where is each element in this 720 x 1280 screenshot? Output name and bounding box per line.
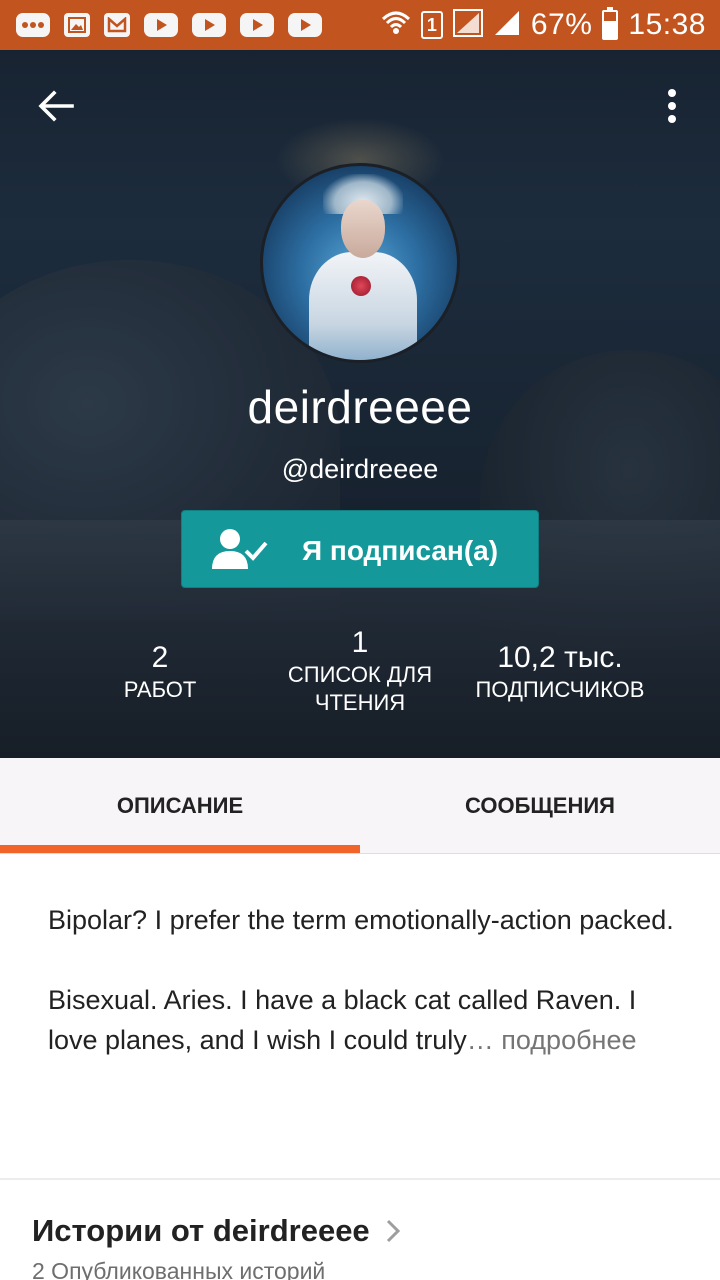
user-check-icon — [212, 529, 268, 569]
profile-description: Bipolar? I prefer the term emotionally-a… — [48, 900, 678, 1100]
description-paragraph: Bisexual. Aries. I have a black cat call… — [48, 980, 678, 1060]
sim-indicator: 1 — [420, 11, 443, 39]
following-button[interactable]: Я подписан(а) — [181, 510, 539, 588]
description-paragraph: Bipolar? I prefer the term emotionally-a… — [48, 905, 674, 935]
status-bar: 1 67% 15:38 — [0, 0, 720, 50]
battery-fill — [604, 20, 617, 38]
battery-icon — [602, 7, 619, 40]
stories-section-header[interactable]: Истории от deirdreeee — [32, 1213, 400, 1249]
stat-followers[interactable]: 10,2 тыс. ПОДПИСЧИКОВ — [450, 640, 670, 704]
battery-percent: 67% — [530, 8, 593, 41]
avatar[interactable] — [260, 163, 460, 363]
active-tab-indicator — [0, 845, 360, 853]
wifi-icon — [381, 9, 411, 42]
youtube-icon — [240, 13, 274, 37]
tab-label: ОПИСАНИЕ — [116, 793, 244, 818]
stat-label: РАБОТ — [123, 677, 197, 702]
youtube-icon — [288, 13, 322, 37]
more-vertical-icon — [668, 89, 676, 123]
stat-value: 1 — [351, 626, 369, 659]
following-button-label: Я подписан(а) — [302, 535, 499, 566]
display-name: deirdreeee — [247, 381, 473, 433]
read-more-link[interactable]: подробнее — [501, 1025, 636, 1055]
youtube-icon — [192, 13, 226, 37]
stat-value: 10,2 тыс. — [497, 641, 623, 674]
system-status: 1 67% 15:38 — [381, 7, 706, 42]
avatar-image — [309, 252, 417, 360]
user-handle: @deirdreeee — [281, 454, 439, 484]
signal-icon — [493, 9, 521, 42]
profile-tabs: ОПИСАНИЕ СООБЩЕНИЯ — [0, 758, 720, 854]
tab-label: СООБЩЕНИЯ — [465, 793, 615, 818]
stat-value: 2 — [151, 641, 169, 674]
stat-label: ПОДПИСЧИКОВ — [475, 677, 645, 702]
stat-works[interactable]: 2 РАБОТ — [50, 640, 270, 704]
avatar-image — [341, 200, 385, 258]
gallery-icon — [64, 13, 90, 37]
more-options-button[interactable] — [648, 80, 696, 132]
gmail-icon — [104, 13, 130, 37]
stories-title: Истории от deirdreeee — [32, 1213, 370, 1248]
stat-label: ЧТЕНИЯ — [314, 690, 406, 715]
profile-stats: 2 РАБОТ 1 СПИСОК ДЛЯ ЧТЕНИЯ 10,2 тыс. ПО… — [0, 625, 720, 745]
tab-description[interactable]: ОПИСАНИЕ — [0, 758, 360, 854]
description-ellipsis: … — [466, 1025, 494, 1055]
chevron-right-icon — [386, 1219, 400, 1243]
stat-label: СПИСОК ДЛЯ — [287, 662, 433, 687]
arrow-left-icon — [38, 90, 74, 122]
avatar-image — [351, 276, 371, 296]
clock: 15:38 — [628, 8, 706, 41]
stat-reading-lists[interactable]: 1 СПИСОК ДЛЯ ЧТЕНИЯ — [250, 625, 470, 717]
tab-messages[interactable]: СООБЩЕНИЯ — [360, 758, 720, 854]
signal-icon — [452, 8, 483, 42]
section-divider — [0, 1178, 720, 1180]
youtube-icon — [144, 13, 178, 37]
chat-icon — [16, 13, 50, 37]
stories-count: 2 Опубликованных историй — [32, 1258, 326, 1280]
profile-header: deirdreeee @deirdreeee Я подписан(а) 2 Р… — [0, 50, 720, 758]
notification-icons — [16, 13, 322, 37]
back-button[interactable] — [30, 80, 82, 132]
